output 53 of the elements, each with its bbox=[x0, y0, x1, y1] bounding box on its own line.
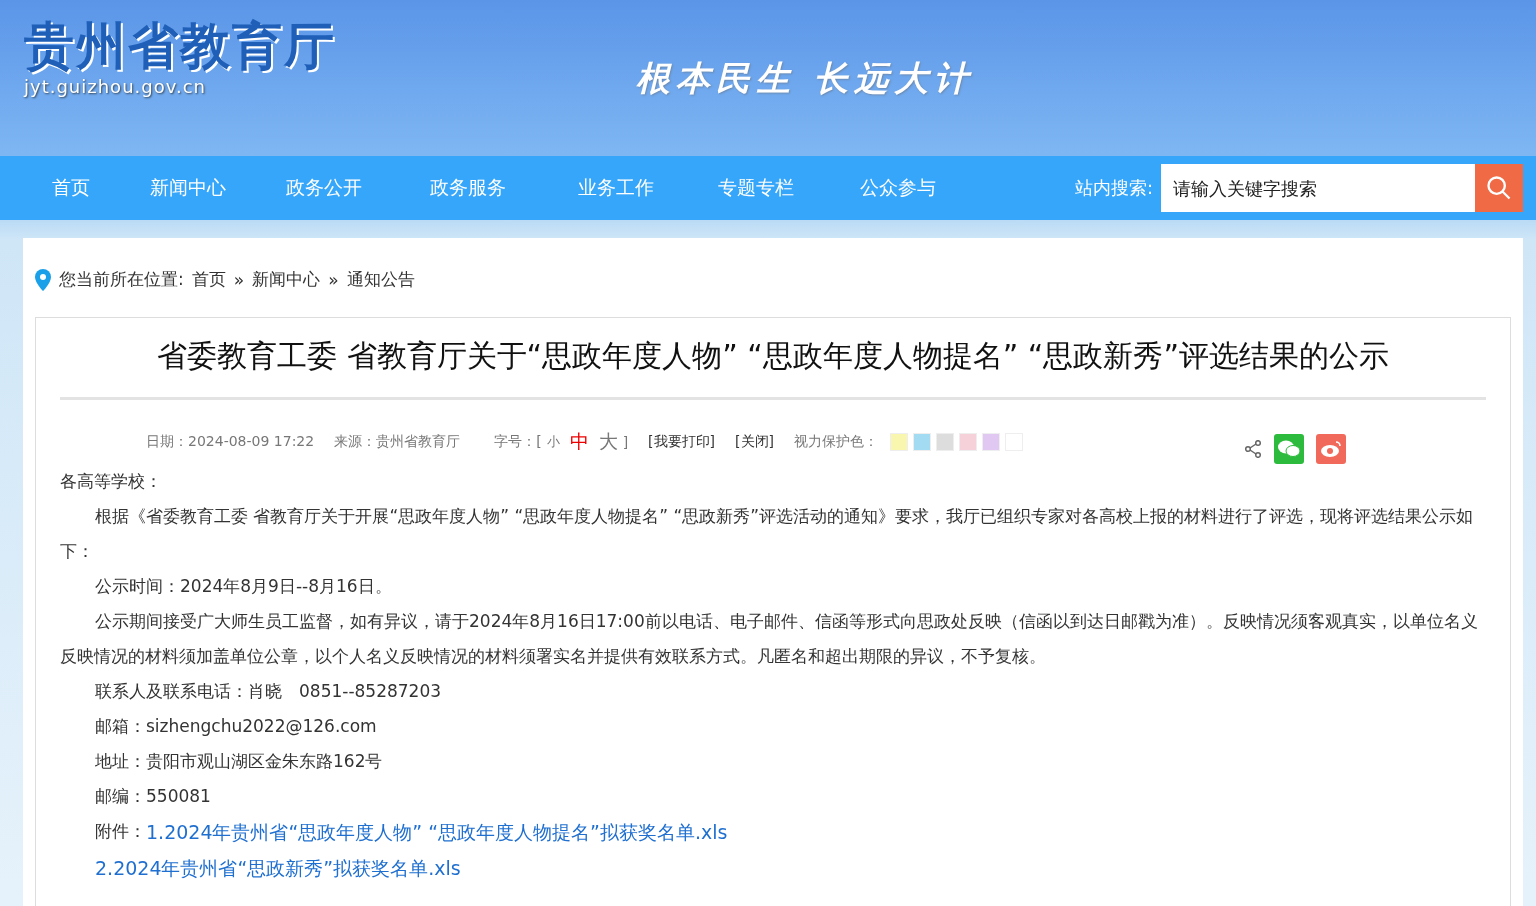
chat-bubbles-button[interactable] bbox=[1274, 434, 1304, 464]
font-size-bracket: ] bbox=[622, 434, 629, 450]
color-swatch[interactable] bbox=[982, 433, 1000, 451]
nav-item[interactable]: 首页 bbox=[52, 175, 90, 201]
breadcrumb-label: 您当前所在位置: bbox=[59, 268, 184, 291]
print-link[interactable]: [我要打印] bbox=[648, 433, 716, 451]
breadcrumb-link[interactable]: 新闻中心 bbox=[252, 268, 321, 291]
greeting: 各高等学校： bbox=[60, 470, 163, 493]
search-button[interactable] bbox=[1475, 164, 1523, 212]
breadcrumb-link[interactable]: 首页 bbox=[191, 268, 226, 291]
eye-logo-icon bbox=[1320, 440, 1342, 458]
body-paragraph: 邮编：550081 bbox=[94, 785, 212, 808]
nav-item[interactable]: 政务公开 bbox=[286, 175, 362, 201]
body-paragraph: 联系人及联系电话：肖晓 0851--85287203 bbox=[94, 680, 443, 703]
article-source: 来源：贵州省教育厅 bbox=[334, 433, 461, 451]
search-field[interactable]: 请输入关键字搜索 bbox=[1161, 164, 1475, 212]
color-swatch[interactable] bbox=[936, 433, 954, 451]
font-size-option[interactable]: 大 bbox=[598, 429, 618, 455]
breadcrumb-separator: » bbox=[328, 269, 339, 290]
color-swatch[interactable] bbox=[890, 433, 908, 451]
body-paragraph: 公示期间接受广大师生员工监督，如有异议，请于2024年8月16日17:00前以电话、电子邮件、信函等形式向思政处反映（信函以到达日邮戳为准）。反映情况须客观真实，以单位名义反映情况的材料须加盖单位公章，以个人名义反映情况的材料须署实名并提供有效联系方式。凡匿名和超出期限的异议，不予复核。 bbox=[60, 610, 1479, 668]
slogan: 根本民生 长远大计 bbox=[636, 57, 974, 100]
breadcrumb-link[interactable]: 通知公告 bbox=[346, 268, 415, 291]
nav-item[interactable]: 公众参与 bbox=[860, 175, 936, 201]
location-pin-icon bbox=[35, 268, 51, 291]
body-paragraph: 根据《省委教育工委 省教育厅关于开展“思政年度人物” “思政年度人物提名” “思政新秀”评选活动的通知》要求，我厅已组织专家对各高校上报的材料进行了评选，现将评选结果公示如下： bbox=[60, 505, 1475, 563]
body-paragraph: 地址：贵阳市观山湖区金朱东路162号 bbox=[94, 750, 384, 773]
close-link[interactable]: [关闭] bbox=[735, 433, 774, 451]
color-swatch[interactable] bbox=[959, 433, 977, 451]
attachments-label: 附件： bbox=[95, 820, 146, 843]
site-title: 贵州省教育厅 bbox=[24, 16, 336, 76]
nav-item[interactable]: 新闻中心 bbox=[150, 175, 226, 201]
article-title: 省委教育工委 省教育厅关于“思政年度人物” “思政年度人物提名” “思政新秀”评选结果的公示 bbox=[60, 318, 1486, 400]
body-paragraph: 邮箱：sizhengchu2022@126.com bbox=[94, 715, 378, 738]
attachment-link[interactable]: 2.2024年贵州省“思政新秀”拟获奖名单.xls bbox=[95, 850, 461, 886]
eye-logo-button[interactable] bbox=[1316, 434, 1346, 464]
article-date: 日期：2024-08-09 17:22 bbox=[146, 433, 315, 451]
color-swatch[interactable] bbox=[913, 433, 931, 451]
nav-item[interactable]: 政务服务 bbox=[430, 175, 506, 201]
body-paragraph: 公示时间：2024年8月9日--8月16日。 bbox=[94, 575, 393, 598]
nav-item[interactable]: 专题专栏 bbox=[718, 175, 794, 201]
eye-care-color-label: 视力保护色： bbox=[794, 433, 878, 451]
share-icon[interactable] bbox=[1244, 440, 1262, 458]
font-size-label: 字号：[ bbox=[494, 433, 542, 451]
chat-bubbles-icon bbox=[1278, 440, 1300, 458]
font-size-option[interactable]: 中 bbox=[569, 429, 589, 455]
attachment-link[interactable]: 1.2024年贵州省“思政年度人物” “思政年度人物提名”拟获奖名单.xls bbox=[146, 814, 728, 850]
search-label: 站内搜索: bbox=[1074, 176, 1153, 200]
nav-item[interactable]: 业务工作 bbox=[578, 175, 654, 201]
site-domain: jyt.guizhou.gov.cn bbox=[24, 76, 207, 97]
breadcrumb-separator: » bbox=[233, 269, 245, 290]
font-size-option[interactable]: 小 bbox=[546, 433, 560, 451]
search-icon bbox=[1485, 174, 1513, 202]
